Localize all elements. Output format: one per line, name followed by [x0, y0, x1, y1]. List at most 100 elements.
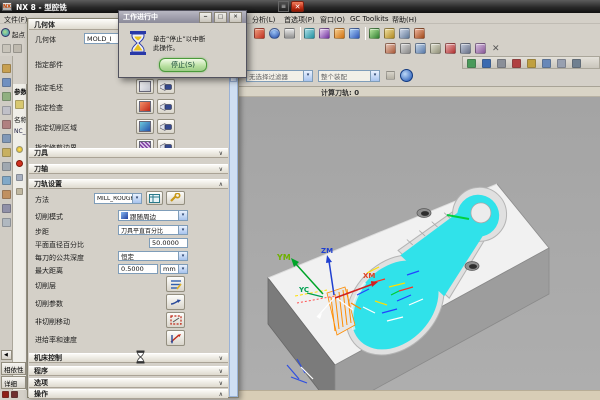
resource-icon[interactable] — [2, 148, 11, 157]
toolbar-icon[interactable] — [542, 59, 551, 68]
resource-icon[interactable] — [2, 190, 11, 199]
stop-button[interactable]: 停止(S) — [159, 58, 207, 72]
toolbar-icon[interactable] — [399, 28, 410, 39]
chevron-down-icon[interactable]: ▾ — [303, 71, 312, 81]
toolbar-icon[interactable] — [385, 43, 396, 54]
sphere-icon[interactable] — [400, 69, 413, 82]
chevron-down-icon[interactable]: ▾ — [132, 194, 141, 203]
non-cutting-moves-button[interactable] — [166, 312, 185, 328]
specify-cut-area-select-button[interactable] — [136, 119, 154, 134]
toolbar-icon[interactable] — [400, 43, 411, 54]
selection-scope-combo[interactable]: 整个装配 ▾ — [318, 70, 380, 82]
resource-icon[interactable] — [2, 218, 11, 227]
resource-icon[interactable] — [2, 64, 11, 73]
toolbar-icon[interactable] — [557, 59, 566, 68]
section-machine-control[interactable]: 机床控制 ∨ — [29, 353, 228, 363]
window-menu-button[interactable]: ≡ — [278, 1, 289, 12]
method-new-button[interactable] — [166, 191, 185, 205]
cut-pattern-combo[interactable]: 跟随周边 ▾ — [118, 210, 188, 221]
resource-icon[interactable] — [2, 78, 11, 87]
section-program[interactable]: 程序 ∨ — [29, 366, 228, 376]
menu-window[interactable]: 窗口(O) — [320, 15, 345, 25]
toolbar-icon[interactable] — [527, 59, 536, 68]
section-path-settings[interactable]: 刀轨设置 ∧ — [29, 179, 228, 189]
stepover-combo[interactable]: 刀具平直百分比 ▾ — [118, 225, 188, 235]
minimize-button[interactable]: ‒ — [199, 12, 212, 23]
chevron-down-icon[interactable]: ▾ — [178, 265, 187, 273]
toolbar-icon[interactable] — [572, 59, 581, 68]
specify-cut-area-display-button[interactable] — [157, 119, 175, 134]
common-depth-combo[interactable]: 恒定 ▾ — [118, 251, 188, 261]
flat-percent-field[interactable]: 50.0000 — [149, 238, 188, 248]
selection-filter-combo[interactable]: 无选择过滤器 ▾ — [246, 70, 313, 82]
toolbar-icon[interactable] — [497, 59, 506, 68]
toolbar-icon[interactable] — [13, 44, 22, 53]
navigator-item[interactable]: NC_P — [14, 128, 27, 135]
toolbar-icon[interactable] — [482, 59, 491, 68]
section-tool[interactable]: 刀具 ∨ — [29, 148, 228, 158]
toolbar-icon[interactable] — [269, 28, 280, 39]
chevron-down-icon[interactable]: ▾ — [178, 211, 187, 220]
max-distance-unit-combo[interactable]: mm ▾ — [160, 264, 188, 274]
toolbar-icon[interactable] — [334, 28, 345, 39]
progress-dialog-titlebar[interactable]: 工作进行中 ‒ □ ✕ — [119, 11, 246, 23]
toolbar-icon[interactable] — [414, 28, 425, 39]
dialog-close-button[interactable]: ✕ — [229, 12, 242, 23]
menu-file[interactable]: 文件(F) — [4, 15, 29, 25]
chevron-down-icon[interactable]: ▾ — [178, 226, 187, 234]
menu-analysis[interactable]: 分析(L) — [252, 15, 275, 25]
method-combo[interactable]: MILL_ROUGH ▾ — [94, 193, 142, 204]
chevron-down-icon[interactable]: ▾ — [370, 71, 379, 81]
specify-blank-display-button[interactable] — [157, 79, 175, 94]
toolbar-icon[interactable] — [254, 28, 265, 39]
section-tool-axis[interactable]: 刀轴 ∨ — [29, 164, 228, 174]
snap-point-icon[interactable] — [386, 71, 395, 80]
section-options[interactable]: 选项 ∨ — [29, 378, 228, 388]
toolbar-icon[interactable] — [475, 43, 486, 54]
edit-icon[interactable] — [15, 100, 24, 109]
resource-icon[interactable] — [2, 134, 11, 143]
chevron-down-icon[interactable]: ▾ — [178, 252, 187, 260]
start-point-label[interactable]: 起点 — [12, 29, 25, 39]
resource-icon[interactable] — [2, 176, 11, 185]
max-distance-field[interactable]: 0.5000 — [118, 264, 158, 274]
details-button[interactable]: 详细 — [1, 376, 26, 389]
dependencies-button[interactable]: 相依性 — [1, 362, 26, 375]
toolbar-icon[interactable] — [369, 28, 380, 39]
graphics-viewport[interactable]: YM YC ZM XM — [239, 97, 600, 390]
specify-blank-select-button[interactable] — [136, 79, 154, 94]
resource-icon[interactable] — [2, 162, 11, 171]
toolbar-icon[interactable] — [2, 44, 11, 53]
cutting-parameters-button[interactable] — [166, 294, 185, 310]
delete-icon[interactable]: ✕ — [492, 44, 500, 54]
method-edit-button[interactable] — [146, 191, 163, 205]
navigator-collapse-button[interactable]: ◀ — [1, 350, 12, 360]
toolbar-icon[interactable] — [304, 28, 315, 39]
toolbar-icon[interactable] — [512, 59, 521, 68]
toolbar-icon[interactable] — [384, 28, 395, 39]
maximize-button[interactable]: □ — [214, 12, 227, 23]
cut-levels-button[interactable] — [166, 276, 185, 292]
menu-preferences[interactable]: 首选项(P) — [284, 15, 315, 25]
section-actions[interactable]: 操作 ∧ — [29, 389, 228, 399]
toolbar-icon[interactable] — [284, 28, 295, 39]
specify-check-display-button[interactable] — [157, 99, 175, 114]
toolbar-icon[interactable] — [319, 28, 330, 39]
toolbar-icon[interactable] — [460, 43, 471, 54]
menu-gc-toolkits[interactable]: GC Toolkits — [350, 15, 389, 23]
start-point-icon[interactable] — [1, 28, 10, 37]
menu-help[interactable]: 帮助(H) — [392, 15, 417, 25]
resource-icon[interactable] — [2, 92, 11, 101]
toolbar-icon[interactable] — [467, 59, 476, 68]
window-close-button[interactable]: ✕ — [291, 1, 304, 12]
resource-icon[interactable] — [2, 120, 11, 129]
toolbar-icon[interactable] — [430, 43, 441, 54]
resource-icon[interactable] — [2, 106, 11, 115]
resource-icon[interactable] — [2, 204, 11, 213]
specify-check-select-button[interactable] — [136, 99, 154, 114]
toolbar-icon[interactable] — [349, 28, 360, 39]
selection-scope-value: 整个装配 — [321, 71, 347, 81]
feeds-speeds-button[interactable] — [166, 330, 185, 346]
toolbar-icon[interactable] — [445, 43, 456, 54]
toolbar-icon[interactable] — [415, 43, 426, 54]
